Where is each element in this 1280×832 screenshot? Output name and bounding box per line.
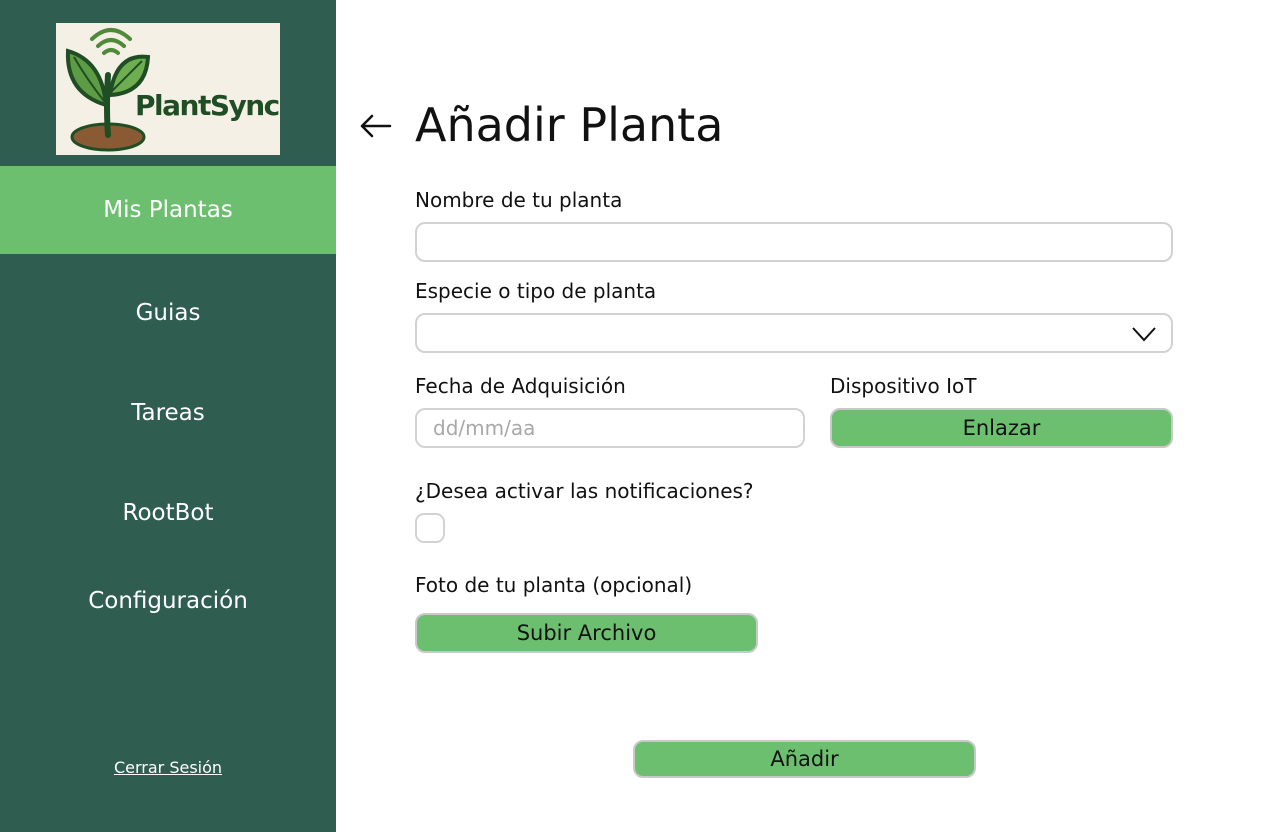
chevron-down-icon [1132,327,1156,342]
notifications-checkbox[interactable] [415,513,445,543]
sidebar-item-guias[interactable]: Guias [0,290,336,336]
sidebar-item-configuracion[interactable]: Configuración [0,578,336,624]
add-plant-button[interactable]: Añadir [633,740,976,778]
notifications-label: ¿Desea activar las notificaciones? [415,479,754,503]
sidebar-item-label: Mis Plantas [103,197,233,223]
logo-brand-text: PlantSync [135,89,280,122]
page-title: Añadir Planta [415,98,724,152]
arrow-left-icon[interactable] [358,106,394,146]
species-select[interactable] [415,313,1173,353]
plantsync-logo[interactable]: PlantSync [56,23,280,155]
app-root: PlantSync Mis Plantas Guias Tareas RootB… [0,0,1280,832]
sidebar-item-label: Guias [135,300,201,326]
acquisition-date-label: Fecha de Adquisición [415,374,626,398]
sidebar-item-rootbot[interactable]: RootBot [0,490,336,536]
species-label: Especie o tipo de planta [415,279,657,303]
plant-name-label: Nombre de tu planta [415,188,623,212]
sidebar-item-label: RootBot [122,500,214,526]
iot-device-label: Dispositivo IoT [830,374,977,398]
upload-file-button[interactable]: Subir Archivo [415,613,758,653]
acquisition-date-input[interactable] [415,408,805,448]
sidebar-item-label: Tareas [131,400,205,426]
plant-name-input[interactable] [415,222,1173,262]
sidebar: PlantSync Mis Plantas Guias Tareas RootB… [0,0,336,832]
sidebar-item-tareas[interactable]: Tareas [0,390,336,436]
sidebar-item-label: Configuración [88,588,248,614]
photo-label: Foto de tu planta (opcional) [415,573,693,597]
sidebar-item-mis-plantas[interactable]: Mis Plantas [0,166,336,254]
link-iot-button[interactable]: Enlazar [830,408,1173,448]
logout-link[interactable]: Cerrar Sesión [0,758,336,777]
